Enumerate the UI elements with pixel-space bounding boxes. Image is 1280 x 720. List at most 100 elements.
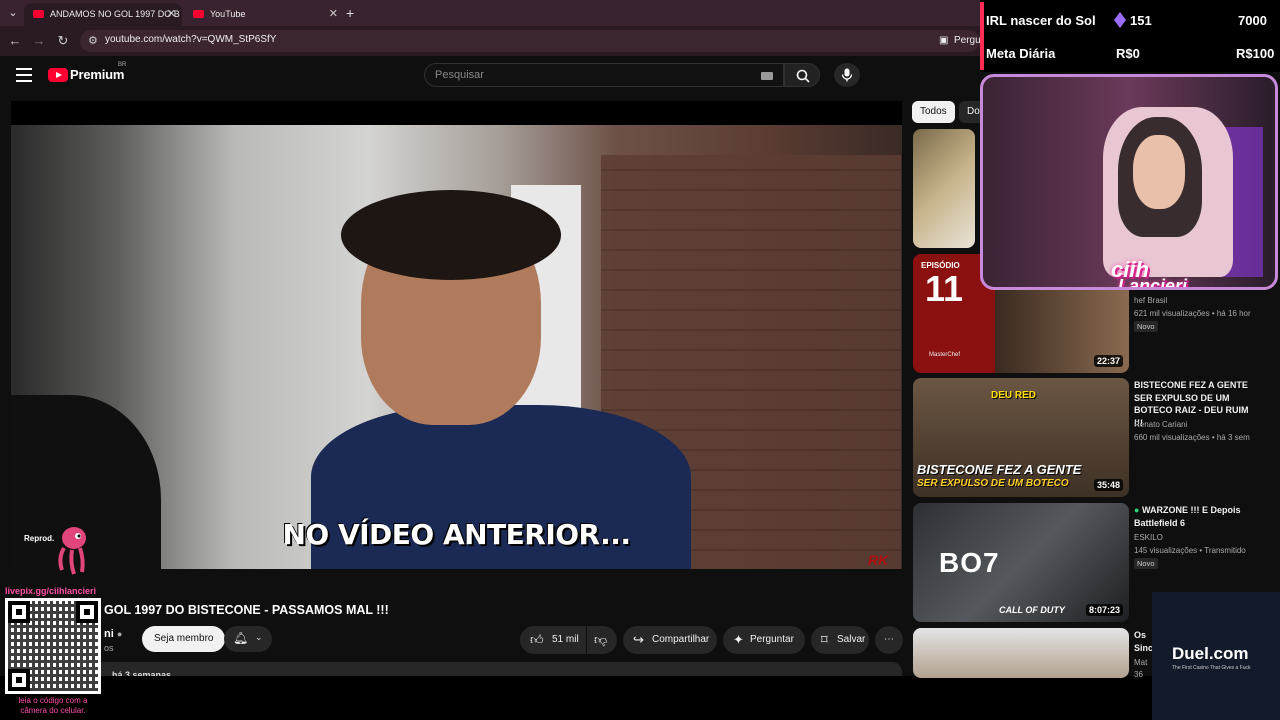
sparkle-icon: ✦ [733, 632, 744, 647]
search-placeholder: Pesquisar [435, 69, 484, 81]
new-tab-button[interactable]: + [346, 5, 354, 21]
stream-goal-panel [980, 0, 1280, 72]
video-duration: 22:37 [1093, 355, 1123, 367]
brand-logo: MasterChef [929, 352, 961, 358]
thumb-label: DEU RED [991, 390, 1037, 401]
address-bar[interactable]: ⚙ youtube.com/watch?v=QWM_StP6SfY [80, 30, 980, 52]
extension-button[interactable]: ▣ Pergu [934, 31, 981, 51]
thumb-text: CALL OF DUTY [999, 605, 1065, 615]
search-button[interactable] [784, 63, 820, 87]
more-icon: ⋯ [884, 634, 894, 645]
microphone-icon [841, 68, 853, 82]
hamburger-menu-icon[interactable] [16, 68, 32, 82]
rec-channel[interactable]: hef Brasil [1134, 295, 1167, 308]
new-badge: Novo [1134, 321, 1158, 332]
qr-code [5, 598, 101, 694]
video-duration: 8:07:23 [1085, 604, 1123, 616]
join-member-button[interactable]: Seja membro [142, 626, 226, 652]
chevron-down-icon: ⌄ [255, 632, 263, 642]
meta-current: R$0 [1116, 46, 1140, 61]
tab-list-icon[interactable]: ⌄ [4, 4, 22, 22]
meta-title: Meta Diária [986, 46, 1056, 61]
streamer-name-line2: Lancieri [1118, 276, 1188, 290]
channel-name-text: ni [104, 628, 114, 640]
subscriber-count: os [104, 643, 114, 653]
forward-icon[interactable]: → [30, 32, 48, 50]
ask-label: Perguntar [750, 634, 794, 645]
dislike-button[interactable]: 👎︎ [587, 626, 617, 654]
bell-icon: 🔔︎ [233, 631, 249, 645]
search-icon [796, 69, 810, 83]
thumb-text: BISTECONE FEZ A GENTE [917, 462, 1082, 477]
livepix-link: livepix.gg/ciihlancieri [5, 586, 97, 596]
browser-tab-active[interactable]: ANDAMOS NO GOL 1997 DO B ✕ [24, 3, 182, 26]
sponsor-logo: Duel.com The First Casino That Gives a F… [1152, 592, 1280, 720]
thumb-text: BO7 [939, 547, 1000, 578]
rec-meta: 145 visualizações • Transmitido [1134, 546, 1246, 555]
reprod-label: Reprod. [24, 534, 55, 543]
thumbs-down-icon: 👎︎ [594, 632, 608, 647]
share-button[interactable]: ↪ Compartilhar [623, 626, 717, 654]
like-count: 51 mil [552, 634, 579, 645]
rec-thumbnail[interactable]: BO7 CALL OF DUTY 8:07:23 [913, 503, 1129, 622]
tab-title: YouTube [210, 9, 246, 19]
country-code: BR [118, 62, 127, 68]
new-badge: Novo [1134, 558, 1158, 569]
bookmark-icon: ⌑ [821, 632, 828, 647]
mascot-icon [58, 527, 86, 575]
close-tab-icon[interactable]: ✕ [329, 3, 338, 26]
url-text: youtube.com/watch?v=QWM_StP6SfY [105, 34, 277, 45]
qr-caption: leia o código com a câmera do celular. [18, 696, 88, 715]
tab-title: ANDAMOS NO GOL 1997 DO B [50, 9, 180, 19]
video-duration: 35:48 [1093, 479, 1123, 491]
site-info-icon[interactable]: ⚙ [88, 34, 98, 47]
video-subtitle: NO VÍDEO ANTERIOR... [282, 518, 631, 551]
close-tab-icon[interactable]: ✕ [167, 3, 176, 26]
save-button[interactable]: ⌑ Salvar [811, 626, 869, 654]
goal-title: IRL nascer do Sol [986, 13, 1096, 28]
ask-button[interactable]: ✦ Perguntar [723, 626, 805, 654]
extension-label: Pergu [954, 35, 981, 46]
back-icon[interactable]: ← [6, 32, 24, 50]
rec-meta: 660 mil visualizações • há 3 sem [1134, 433, 1250, 442]
rec-channel[interactable]: Renato Cariani [1134, 419, 1187, 432]
like-button[interactable]: 👍︎ 51 mil [520, 626, 586, 654]
video-title: GOL 1997 DO BISTECONE - PASSAMOS MAL !!! [104, 603, 389, 617]
video-player[interactable]: NO VÍDEO ANTERIOR... RK [11, 101, 902, 569]
goal-target: 7000 [1238, 13, 1267, 28]
save-label: Salvar [837, 634, 866, 645]
rec-channel[interactable]: ESKILO [1134, 532, 1163, 545]
thumb-text: SER EXPULSO DE UM BOTECO [917, 478, 1069, 489]
voice-search-button[interactable] [834, 63, 860, 87]
goal-count: 151 [1130, 13, 1152, 28]
youtube-favicon-icon [193, 10, 204, 18]
share-label: Compartilhar [652, 634, 710, 645]
video-frame [11, 125, 902, 569]
rec-title-text: WARZONE !!! E Depois Battlefield 6 [1134, 505, 1241, 528]
meta-target: R$100 [1236, 46, 1275, 61]
verified-icon: ● [116, 629, 123, 639]
sponsor-tagline: The First Casino That Gives a Fuck [1172, 665, 1251, 671]
keyboard-icon[interactable] [761, 72, 773, 80]
logo-text: Premium [70, 67, 125, 82]
notification-button[interactable]: 🔔︎ ⌄ [224, 626, 272, 652]
chip-all[interactable]: Todos [912, 101, 955, 123]
reload-icon[interactable]: ↻ [54, 32, 72, 50]
rec-thumbnail[interactable]: DEU RED BISTECONE FEZ A GENTE SER EXPULS… [913, 378, 1129, 497]
rec-title[interactable]: Os Sinc [1134, 629, 1154, 654]
browser-tab-youtube[interactable]: YouTube ✕ [184, 3, 344, 26]
rec-thumbnail[interactable] [913, 628, 1129, 678]
rec-meta: 621 mil visualizações • há 16 hor [1134, 309, 1251, 318]
rec-meta: 36 [1134, 670, 1143, 679]
rec-title[interactable]: ● WARZONE !!! E Depois Battlefield 6 [1134, 504, 1259, 529]
search-input[interactable]: Pesquisar [424, 63, 784, 87]
youtube-play-icon [48, 68, 68, 82]
video-watermark: RK [868, 552, 889, 568]
more-actions-button[interactable]: ⋯ [875, 626, 903, 654]
goal-accent-bar [980, 2, 984, 70]
rec-channel[interactable]: Mat [1134, 657, 1147, 670]
channel-name[interactable]: ni ● [104, 628, 122, 640]
rec-thumbnail[interactable] [913, 129, 975, 248]
thumbs-up-icon: 👍︎ [530, 632, 544, 647]
live-dot-icon: ● [1134, 505, 1140, 515]
